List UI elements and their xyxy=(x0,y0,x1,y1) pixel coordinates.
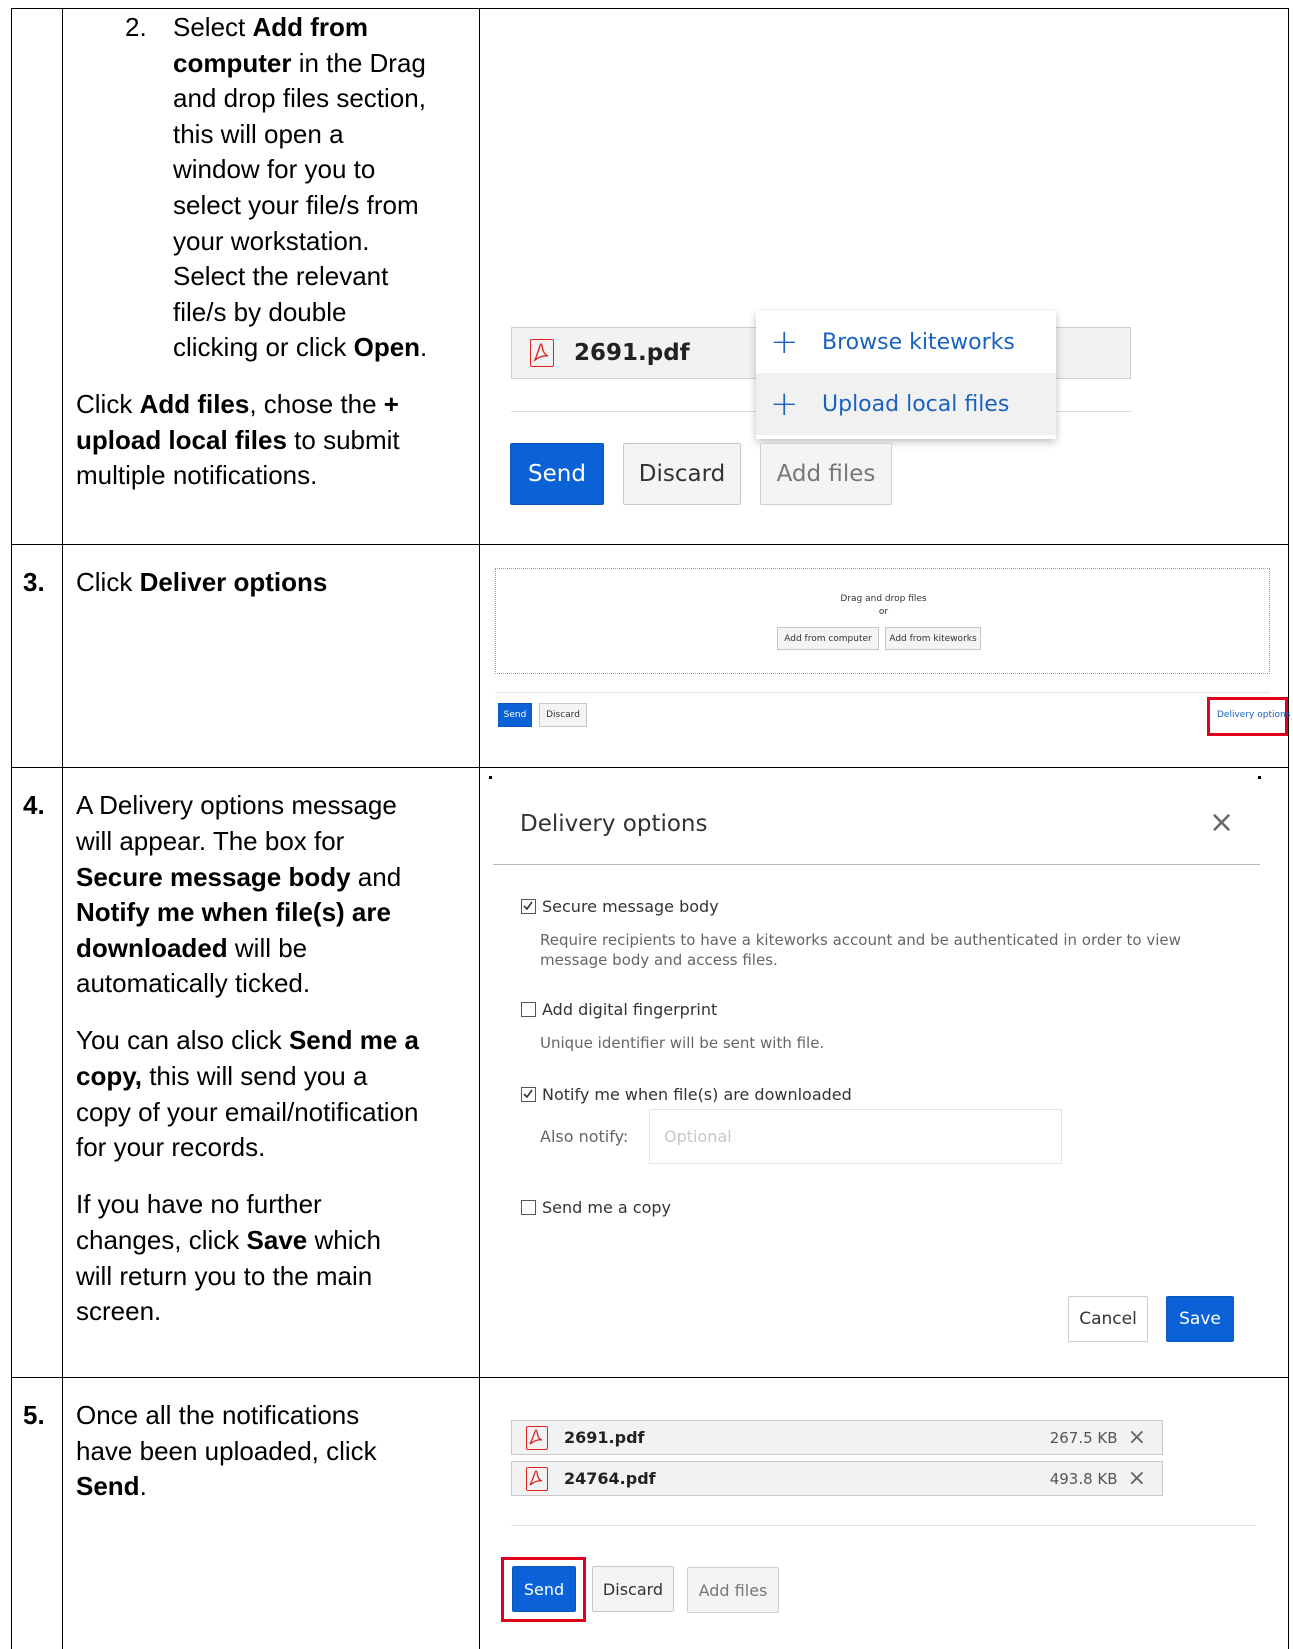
table-row-divider-3 xyxy=(11,1377,1289,1378)
step4-line-8: copy, this will send you a xyxy=(76,1061,368,1091)
step5-line-2: have been uploaded, click xyxy=(76,1436,377,1466)
step2-line-1: Select Add from xyxy=(173,12,369,42)
dialog-header-divider xyxy=(493,864,1260,865)
step5-number: 5. xyxy=(23,1400,45,1430)
step2-line-9: file/s by double xyxy=(173,297,347,327)
table-row-divider-2 xyxy=(11,767,1289,768)
step5-line-1: Once all the notifications xyxy=(76,1400,360,1430)
table-col-divider-1 xyxy=(62,8,63,1649)
save-button[interactable]: Save xyxy=(1166,1296,1234,1342)
pdf-file-icon xyxy=(526,1425,548,1450)
step2-line-3: and drop files section, xyxy=(173,83,426,113)
file-size: 493.8 KB xyxy=(1049,1469,1118,1488)
step4-line-12: changes, click Save which xyxy=(76,1225,381,1255)
step3-text: Click Deliver options xyxy=(76,567,328,597)
drop-zone[interactable]: Drag and drop files or Add from computer… xyxy=(495,568,1270,674)
file-row[interactable]: 2691.pdf 267.5 KB × xyxy=(511,1420,1163,1455)
menu-item-upload-local-files[interactable]: + Upload local files xyxy=(756,373,1056,435)
add-from-computer-button[interactable]: Add from computer xyxy=(777,627,879,650)
step2-line-2: computer in the Drag xyxy=(173,48,426,78)
delivery-options-link[interactable]: Delivery options xyxy=(1217,710,1290,720)
send-button[interactable]: Send xyxy=(512,1566,576,1612)
also-notify-label: Also notify: xyxy=(540,1127,629,1146)
file-name: 2691.pdf xyxy=(574,340,690,366)
file-name: 2691.pdf xyxy=(564,1428,645,1447)
step2-line-6: select your file/s from xyxy=(173,190,419,220)
add-digital-fingerprint-label: Add digital fingerprint xyxy=(542,1000,718,1019)
or-label: or xyxy=(878,607,889,617)
file-size: 267.5 KB xyxy=(1049,1428,1118,1447)
divider xyxy=(511,1525,1256,1526)
table-border-right xyxy=(1288,8,1289,1649)
add-files-button[interactable]: Add files xyxy=(760,443,892,505)
step5-line-3: Send. xyxy=(76,1471,147,1501)
remove-file-icon[interactable]: × xyxy=(1128,1425,1146,1450)
pdf-file-icon xyxy=(526,1466,548,1491)
step4-line-4: Notify me when file(s) are xyxy=(76,897,391,927)
step3-number: 3. xyxy=(23,567,45,597)
crop-mark xyxy=(1258,776,1261,779)
step4-line-13: will return you to the main xyxy=(76,1261,373,1291)
remove-file-icon[interactable]: × xyxy=(1128,1466,1146,1491)
add-digital-fingerprint-desc: Unique identifier will be sent with file… xyxy=(540,1034,825,1052)
step4-line-6: automatically ticked. xyxy=(76,968,311,998)
step4-line-3: Secure message body and xyxy=(76,862,402,892)
add-files-button[interactable]: Add files xyxy=(687,1567,779,1613)
also-notify-placeholder: Optional xyxy=(664,1127,732,1146)
step4-line-2: will appear. The box for xyxy=(76,826,345,856)
table-border-left xyxy=(11,8,12,1649)
divider xyxy=(495,692,1270,693)
pdf-file-icon xyxy=(530,339,554,367)
add-files-para-line-3: multiple notifications. xyxy=(76,460,318,490)
send-button[interactable]: Send xyxy=(498,703,532,727)
add-digital-fingerprint-checkbox[interactable] xyxy=(521,1002,536,1017)
discard-button[interactable]: Discard xyxy=(623,443,741,505)
step4-line-14: screen. xyxy=(76,1296,162,1326)
add-files-para-line-1: Click Add files, chose the + xyxy=(76,389,399,419)
add-files-para-line-2: upload local files to submit xyxy=(76,425,400,455)
close-icon[interactable]: × xyxy=(1209,808,1234,838)
send-button[interactable]: Send xyxy=(510,443,604,505)
step4-number: 4. xyxy=(23,790,45,820)
send-me-copy-checkbox[interactable] xyxy=(521,1200,536,1215)
plus-icon: + xyxy=(770,322,799,362)
step2-line-5: window for you to xyxy=(173,154,376,184)
dialog-title: Delivery options xyxy=(520,811,708,837)
secure-message-body-desc-1: Require recipients to have a kiteworks a… xyxy=(540,931,1181,949)
cancel-button[interactable]: Cancel xyxy=(1068,1296,1148,1342)
step4-line-10: for your records. xyxy=(76,1132,266,1162)
step2-line-7: your workstation. xyxy=(173,226,370,256)
step4-line-9: copy of your email/notification xyxy=(76,1097,419,1127)
send-me-copy-label: Send me a copy xyxy=(542,1198,671,1217)
step4-line-11: If you have no further xyxy=(76,1189,322,1219)
table-col-divider-2 xyxy=(479,8,480,1649)
table-border-top xyxy=(11,8,1288,9)
step4-line-7: You can also click Send me a xyxy=(76,1025,420,1055)
menu-item-browse-kiteworks[interactable]: + Browse kiteworks xyxy=(756,311,1056,373)
step2-line-4: this will open a xyxy=(173,119,344,149)
drag-drop-label: Drag and drop files xyxy=(840,594,927,604)
add-files-dropdown-menu: + Browse kiteworks + Upload local files xyxy=(756,311,1056,439)
secure-message-body-label: Secure message body xyxy=(542,897,719,916)
discard-button[interactable]: Discard xyxy=(539,703,587,727)
secure-message-body-checkbox[interactable] xyxy=(521,899,536,914)
notify-downloaded-checkbox[interactable] xyxy=(521,1087,536,1102)
table-row-divider-1 xyxy=(11,544,1289,545)
step4-line-1: A Delivery options message xyxy=(76,790,397,820)
step2-number: 2. xyxy=(125,12,147,42)
file-row[interactable]: 24764.pdf 493.8 KB × xyxy=(511,1461,1163,1496)
secure-message-body-desc-2: message body and access files. xyxy=(540,951,778,969)
step4-line-5: downloaded will be xyxy=(76,933,308,963)
step2-line-8: Select the relevant xyxy=(173,261,389,291)
plus-icon: + xyxy=(770,384,799,424)
add-from-kiteworks-button[interactable]: Add from kiteworks xyxy=(885,627,981,650)
crop-mark xyxy=(489,776,492,779)
also-notify-input[interactable]: Optional xyxy=(649,1109,1062,1164)
notify-downloaded-label: Notify me when file(s) are downloaded xyxy=(542,1085,852,1104)
discard-button[interactable]: Discard xyxy=(592,1566,674,1612)
step2-line-10: clicking or click Open. xyxy=(173,332,428,362)
file-name: 24764.pdf xyxy=(564,1469,656,1488)
